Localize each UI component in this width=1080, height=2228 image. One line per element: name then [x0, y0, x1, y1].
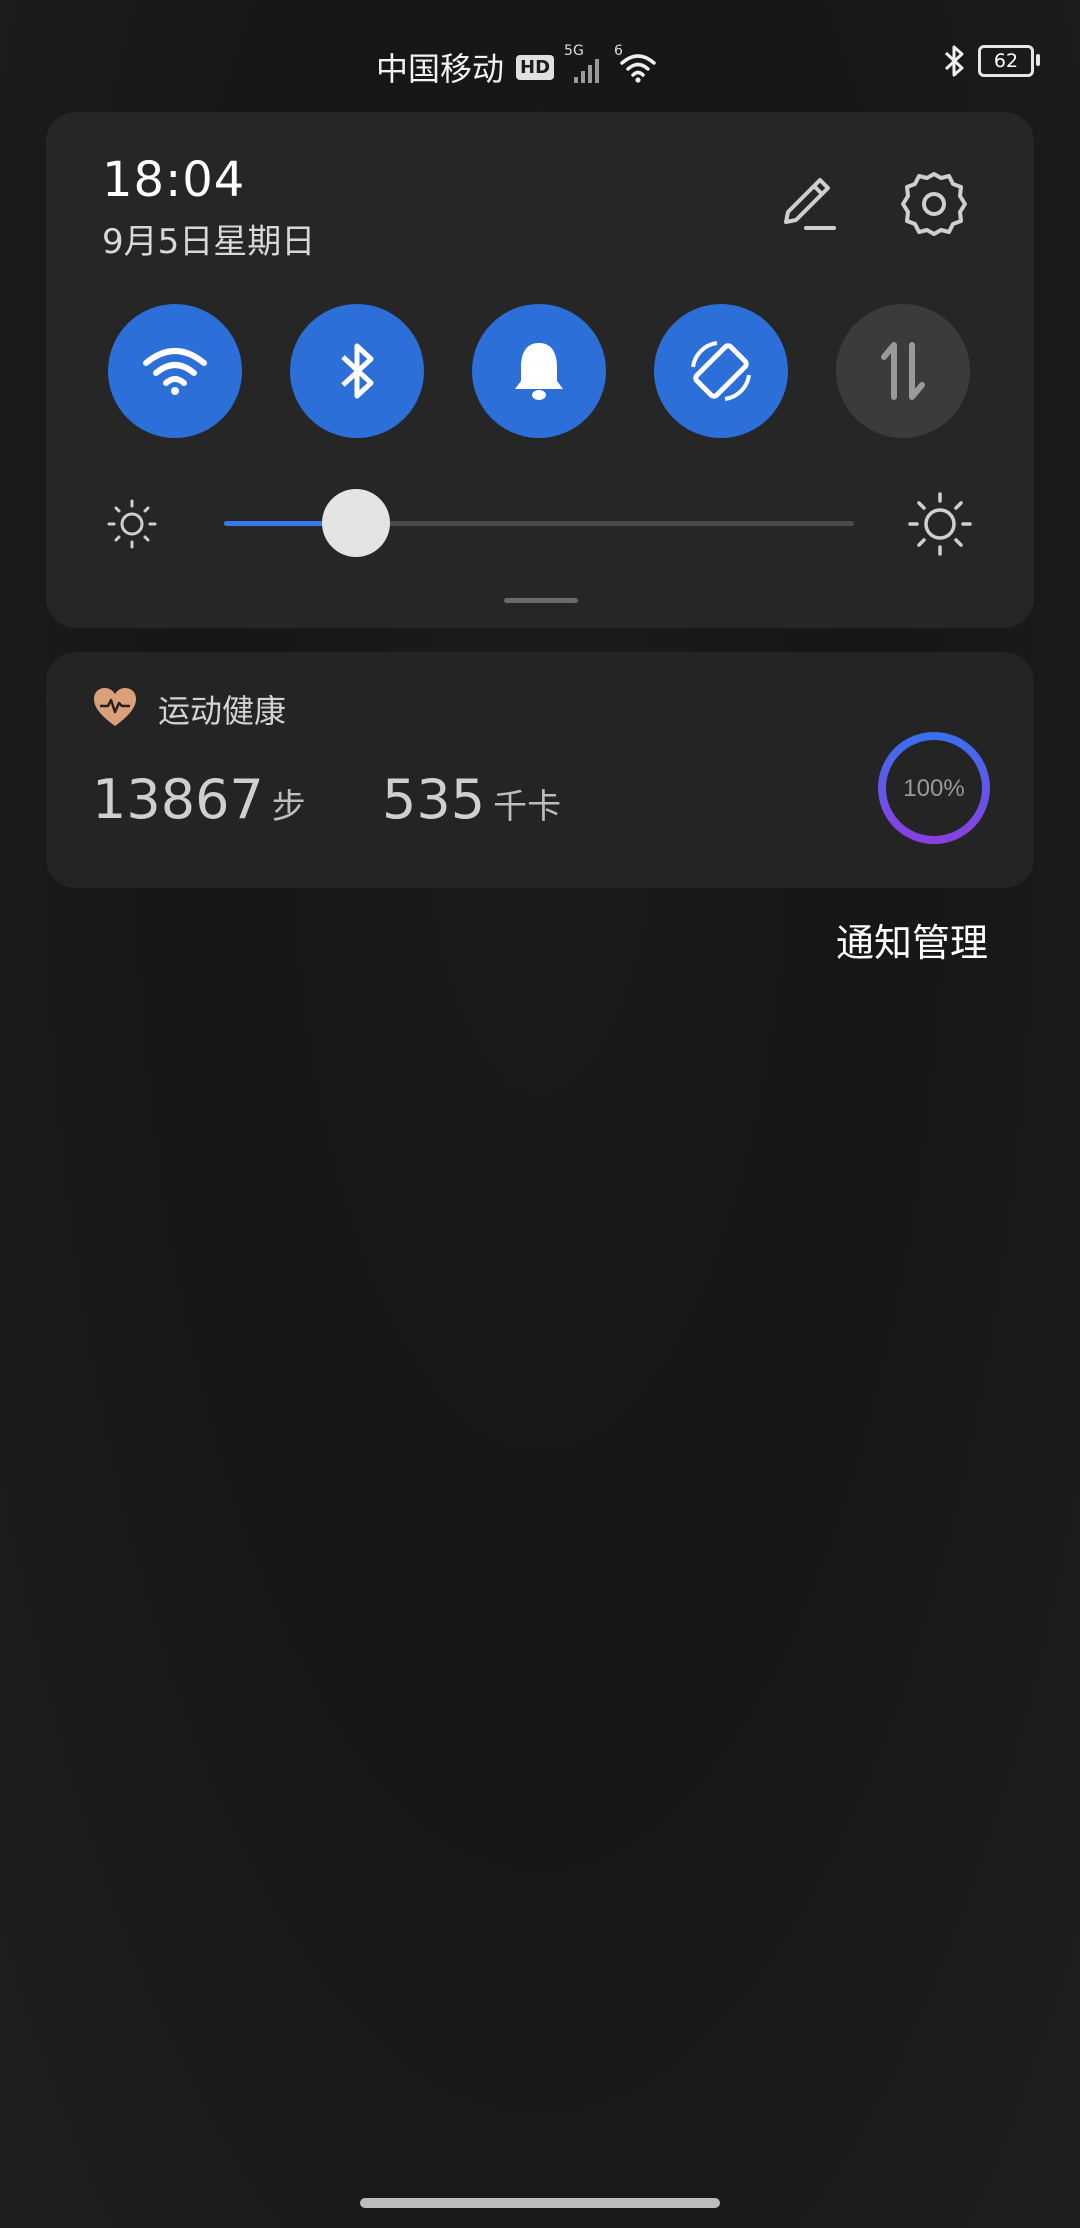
goal-progress-ring: 100% — [878, 732, 990, 844]
wifi-6-label: 6 — [614, 43, 623, 59]
network-type-label: 5G — [564, 43, 584, 59]
steps-value: 13867 — [92, 768, 264, 831]
panel-expand-handle[interactable] — [504, 598, 578, 603]
clock-time: 18:04 — [102, 152, 246, 208]
carrier-info: 中国移动 HD 5G 6 — [376, 43, 658, 90]
status-bar: 中国移动 HD 5G 6 62 — [0, 0, 1080, 120]
brightness-slider-thumb[interactable] — [322, 489, 391, 557]
calories-unit: 千卡 — [493, 787, 562, 827]
brightness-low-icon — [107, 499, 157, 549]
wifi-icon — [143, 348, 207, 395]
battery-level: 62 — [993, 50, 1019, 72]
carrier-name: 中国移动 — [376, 50, 505, 88]
health-app-title: 运动健康 — [158, 692, 287, 730]
bell-icon — [515, 343, 563, 400]
brightness-row — [46, 472, 1034, 572]
cellular-signal-icon: 5G — [564, 43, 610, 85]
pencil-icon — [784, 178, 836, 230]
quick-settings-panel: 18:04 9月5日星期日 — [46, 112, 1034, 628]
mobile-data-toggle[interactable] — [836, 304, 970, 438]
notification-management-button[interactable]: 通知管理 — [836, 912, 988, 967]
home-indicator[interactable] — [360, 2198, 720, 2208]
health-notification-card[interactable]: 运动健康 13867 步 535 千卡 100% — [46, 652, 1034, 888]
heart-pulse-icon — [94, 688, 136, 726]
bluetooth-status-icon — [944, 45, 964, 77]
edit-button[interactable] — [772, 168, 844, 240]
steps-unit: 步 — [271, 787, 306, 827]
bluetooth-toggle[interactable] — [290, 304, 424, 438]
calories-stat: 535 千卡 — [382, 768, 561, 831]
brightness-high-icon — [908, 492, 972, 556]
gear-icon — [901, 172, 967, 236]
calories-value: 535 — [382, 768, 486, 831]
sound-toggle[interactable] — [472, 304, 606, 438]
right-status: 62 — [942, 44, 1040, 78]
battery-icon: 62 — [978, 45, 1040, 77]
wifi-status-icon: 6 — [614, 43, 658, 85]
bluetooth-icon — [341, 343, 374, 399]
steps-stat: 13867 步 — [92, 768, 306, 831]
auto-rotate-toggle[interactable] — [654, 304, 788, 438]
rotate-icon — [691, 341, 751, 401]
goal-percent: 100% — [903, 775, 964, 802]
hd-badge: HD — [516, 54, 555, 80]
data-arrows-icon — [881, 342, 925, 400]
settings-button[interactable] — [898, 168, 970, 240]
brightness-slider[interactable] — [224, 489, 854, 557]
clock-date: 9月5日星期日 — [102, 222, 316, 262]
wifi-toggle[interactable] — [108, 304, 242, 438]
